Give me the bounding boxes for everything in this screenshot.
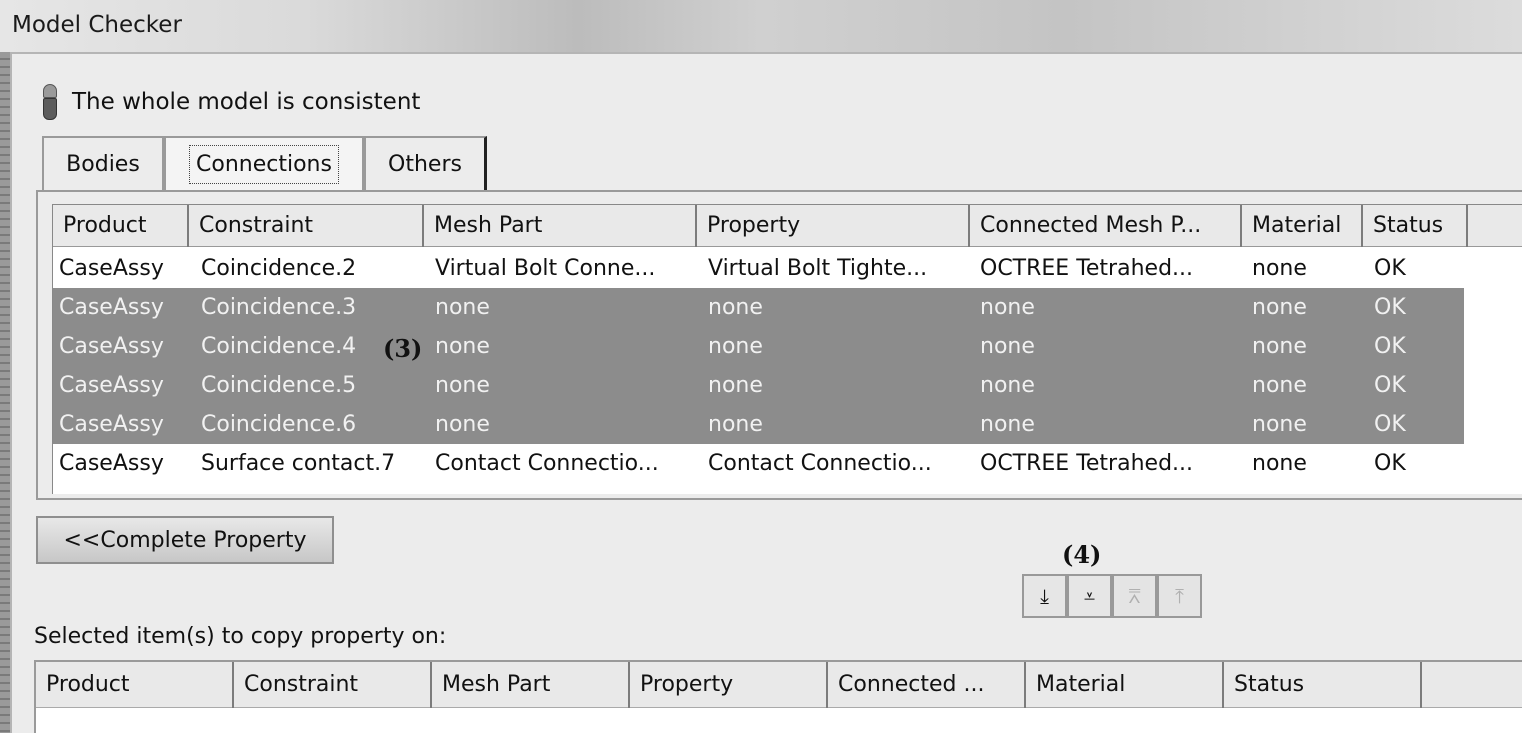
tab-others[interactable]: Others <box>364 136 487 190</box>
column-header[interactable]: Material <box>1026 662 1224 708</box>
column-header[interactable]: Status <box>1363 205 1468 247</box>
cell-material: none <box>1252 334 1307 359</box>
move-to-bottom-icon: ⤓ <box>1040 584 1049 608</box>
move-down-button[interactable]: ⩡ <box>1067 574 1112 618</box>
move-up-icon: ⩞ <box>1128 584 1141 608</box>
column-header[interactable]: Constraint <box>234 662 432 708</box>
cell-product: CaseAssy <box>59 334 164 359</box>
cell-product: CaseAssy <box>59 256 164 281</box>
cell-mesh-part: Contact Connectio... <box>435 451 659 476</box>
cell-constraint: Coincidence.5 <box>201 373 357 398</box>
window-titlebar: Model Checker <box>0 0 1522 52</box>
window-left-edge <box>0 52 10 733</box>
cell-connected-mesh: OCTREE Tetrahed... <box>980 451 1194 476</box>
cell-constraint: Coincidence.2 <box>201 256 357 281</box>
cell-status: OK <box>1374 373 1406 398</box>
cell-product: CaseAssy <box>59 295 164 320</box>
cell-property: none <box>708 295 763 320</box>
cell-mesh-part: none <box>435 295 490 320</box>
cell-status: OK <box>1374 451 1406 476</box>
column-header[interactable]: Connected Mesh P... <box>970 205 1242 247</box>
column-header[interactable]: Property <box>630 662 828 708</box>
column-header[interactable]: Mesh Part <box>432 662 630 708</box>
table-row-selected[interactable]: CaseAssy Coincidence.4 none none none no… <box>53 327 1464 366</box>
table-row[interactable]: CaseAssy Coincidence.2 Virtual Bolt Conn… <box>53 249 1464 288</box>
column-header[interactable]: Product <box>53 205 189 247</box>
cell-property: Virtual Bolt Tighte... <box>708 256 928 281</box>
cell-property: none <box>708 373 763 398</box>
callout-3: (3) <box>383 334 423 363</box>
move-to-bottom-button[interactable]: ⤓ <box>1022 574 1067 618</box>
connections-table[interactable]: Product Constraint Mesh Part Property Co… <box>52 204 1522 494</box>
model-checker-panel: The whole model is consistent Bodies Con… <box>10 52 1522 733</box>
cell-property: none <box>708 412 763 437</box>
table-row-selected[interactable]: CaseAssy Coincidence.3 none none none no… <box>53 288 1464 327</box>
cell-product: CaseAssy <box>59 373 164 398</box>
cell-status: OK <box>1374 412 1406 437</box>
cell-status: OK <box>1374 295 1406 320</box>
cell-property: none <box>708 334 763 359</box>
tab-connections[interactable]: Connections <box>164 136 364 190</box>
complete-property-button[interactable]: <<Complete Property <box>36 516 334 564</box>
selected-items-table[interactable]: Product Constraint Mesh Part Property Co… <box>34 660 1522 733</box>
move-up-button[interactable]: ⩞ <box>1112 574 1157 618</box>
cell-material: none <box>1252 256 1307 281</box>
cell-material: none <box>1252 373 1307 398</box>
cell-product: CaseAssy <box>59 451 164 476</box>
cell-constraint: Coincidence.6 <box>201 412 357 437</box>
cell-status: OK <box>1374 256 1406 281</box>
callout-4: (4) <box>1062 540 1102 569</box>
move-to-top-button[interactable]: ⤒ <box>1157 574 1202 618</box>
cell-constraint: Surface contact.7 <box>201 451 396 476</box>
reorder-buttons: ⤓ ⩡ ⩞ ⤒ <box>1022 574 1202 618</box>
cell-connected-mesh: none <box>980 295 1035 320</box>
cell-mesh-part: Virtual Bolt Conne... <box>435 256 656 281</box>
selected-items-header: Product Constraint Mesh Part Property Co… <box>36 662 1522 708</box>
column-header[interactable]: Mesh Part <box>424 205 697 247</box>
column-header[interactable]: Constraint <box>189 205 424 247</box>
cell-connected-mesh: none <box>980 412 1035 437</box>
selection-label: Selected item(s) to copy property on: <box>34 624 447 649</box>
column-header[interactable]: Product <box>36 662 234 708</box>
status-line: The whole model is consistent <box>42 82 420 122</box>
cell-property: Contact Connectio... <box>708 451 932 476</box>
cell-connected-mesh: OCTREE Tetrahed... <box>980 256 1194 281</box>
tab-bodies[interactable]: Bodies <box>42 136 164 190</box>
status-light-icon <box>42 84 58 120</box>
tab-bodies-label: Bodies <box>66 151 140 177</box>
column-header[interactable]: Connected ... <box>828 662 1026 708</box>
cell-status: OK <box>1374 334 1406 359</box>
table-row[interactable]: CaseAssy Surface contact.7 Contact Conne… <box>53 444 1464 483</box>
column-header[interactable]: Property <box>697 205 970 247</box>
table-header: Product Constraint Mesh Part Property Co… <box>53 205 1522 247</box>
table-row-selected[interactable]: CaseAssy Coincidence.6 none none none no… <box>53 405 1464 444</box>
connections-table-frame: Product Constraint Mesh Part Property Co… <box>36 190 1522 500</box>
cell-mesh-part: none <box>435 373 490 398</box>
cell-mesh-part: none <box>435 412 490 437</box>
cell-material: none <box>1252 295 1307 320</box>
column-header[interactable]: Status <box>1224 662 1422 708</box>
cell-material: none <box>1252 451 1307 476</box>
cell-mesh-part: none <box>435 334 490 359</box>
tab-others-label: Others <box>388 151 462 177</box>
cell-connected-mesh: none <box>980 373 1035 398</box>
cell-constraint: Coincidence.3 <box>201 295 357 320</box>
move-to-top-icon: ⤒ <box>1175 584 1184 608</box>
cell-material: none <box>1252 412 1307 437</box>
cell-product: CaseAssy <box>59 412 164 437</box>
status-text: The whole model is consistent <box>72 89 421 115</box>
cell-connected-mesh: none <box>980 334 1035 359</box>
tab-connections-label: Connections <box>189 144 339 184</box>
window-title: Model Checker <box>12 12 182 38</box>
table-row-selected[interactable]: CaseAssy Coincidence.5 none none none no… <box>53 366 1464 405</box>
move-down-icon: ⩡ <box>1083 584 1096 608</box>
column-header[interactable]: Material <box>1242 205 1363 247</box>
